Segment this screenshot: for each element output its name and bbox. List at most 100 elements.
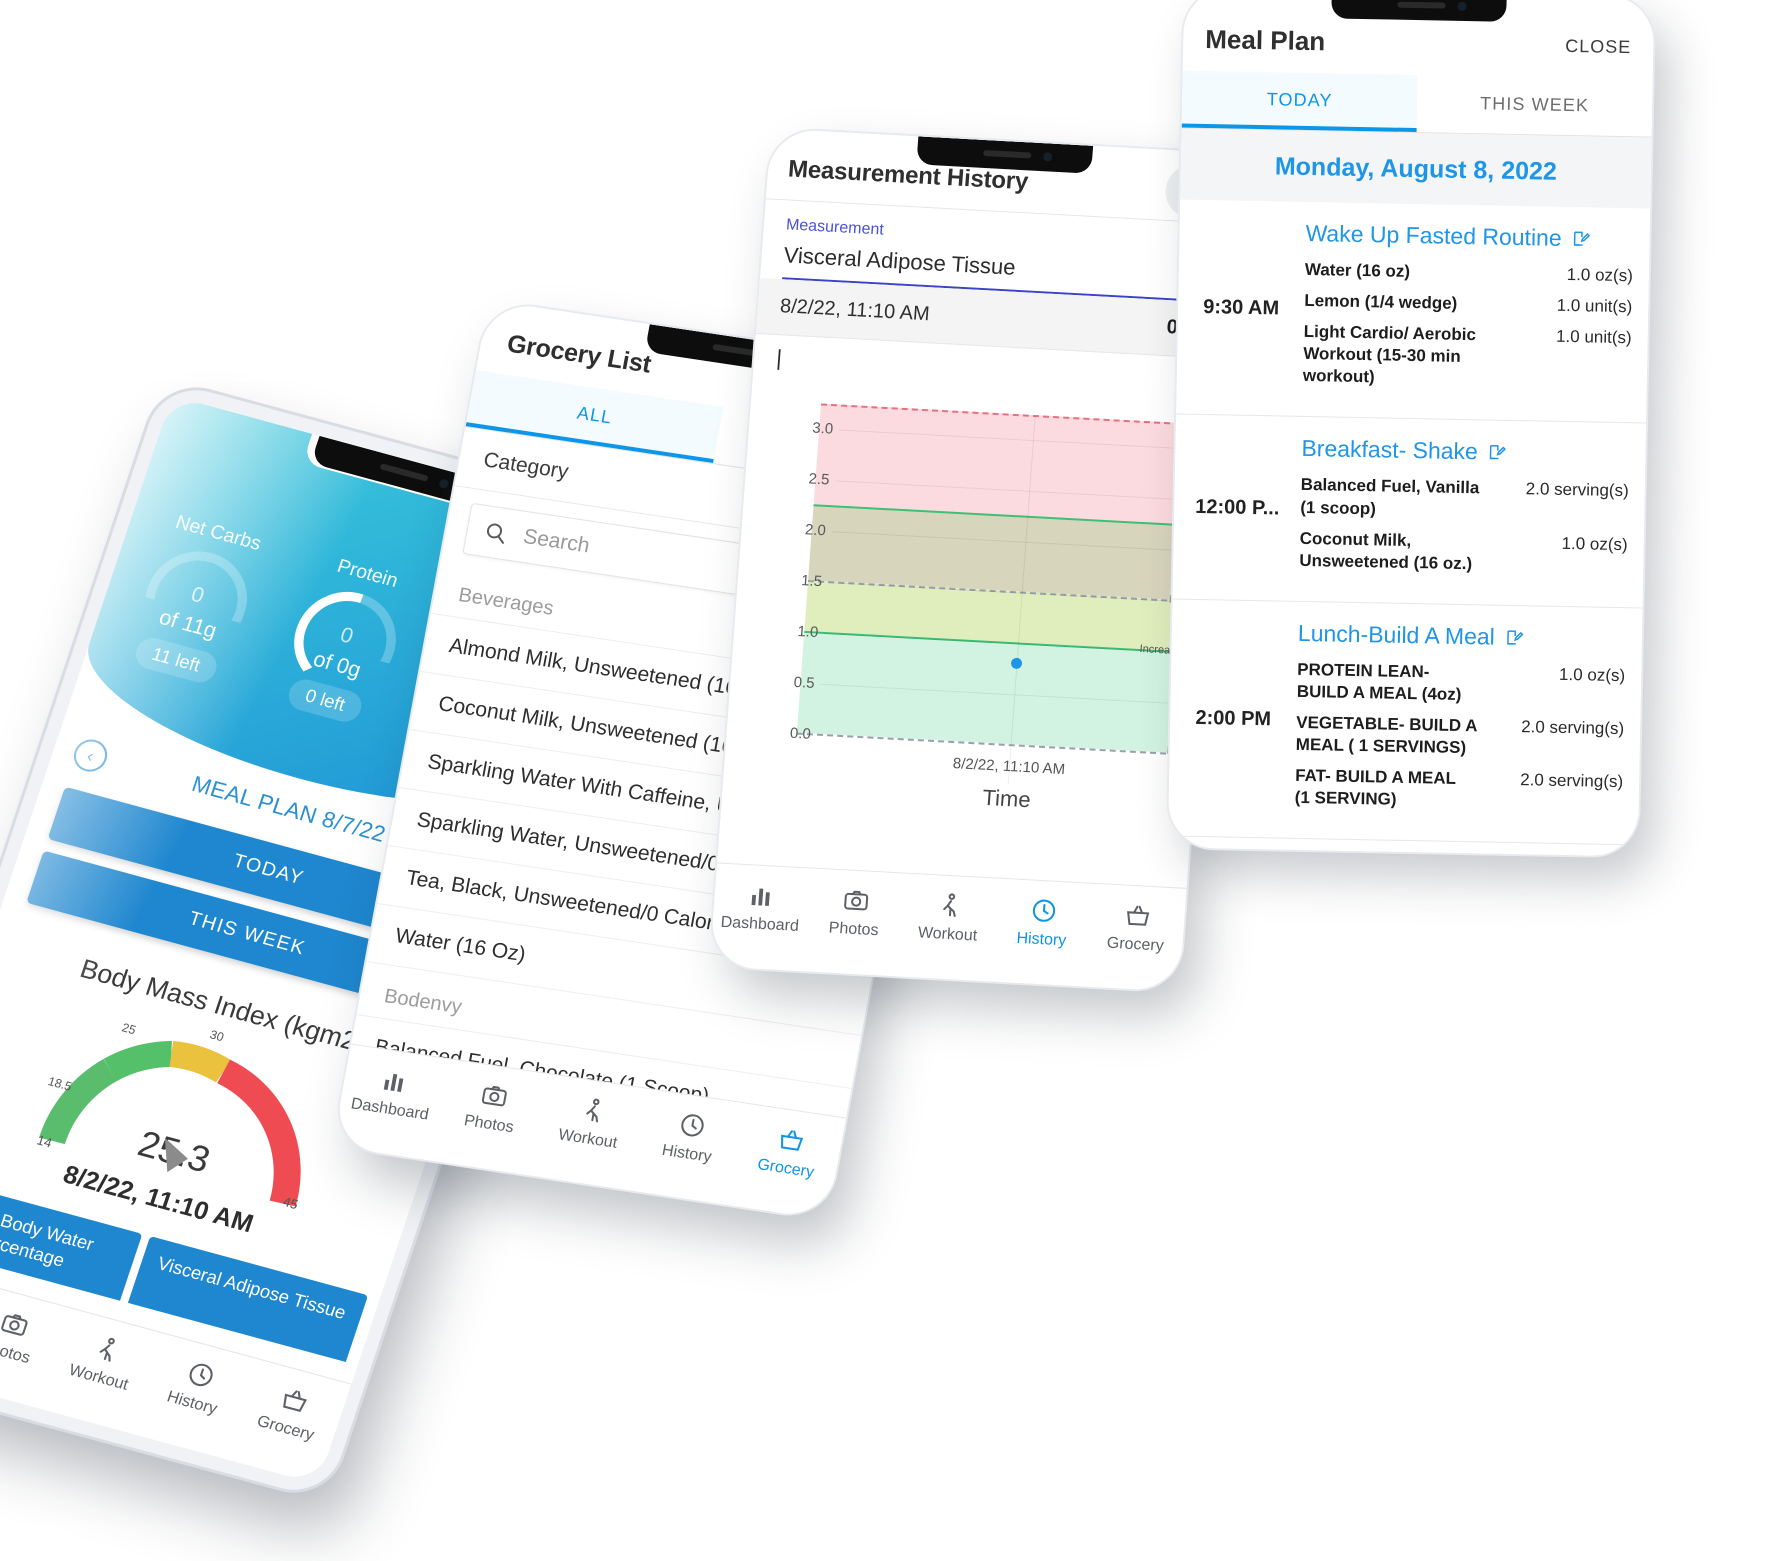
camera-dot-icon [1457, 1, 1467, 11]
nav-label: Grocery [254, 1412, 317, 1445]
nav-history[interactable]: History [142, 1349, 252, 1425]
nav-grocery[interactable]: Grocery [236, 1375, 346, 1451]
meal-item-text: PROTEIN LEAN- BUILD A MEAL (4oz) [1296, 659, 1462, 704]
meal-item-text: VEGETABLE- BUILD A MEAL ( 1 SERVINGS) [1295, 712, 1478, 758]
meal-name-row[interactable]: Lunch-Build A Meal [1298, 620, 1626, 653]
basket-icon [1126, 905, 1149, 926]
meal-details: Wake Up Fasted Routine Water (16 oz) 1.0 … [1302, 202, 1650, 423]
svg-text:25: 25 [120, 1020, 138, 1037]
meal-name: Breakfast- Shake [1301, 435, 1479, 465]
close-button[interactable]: CLOSE [1565, 36, 1631, 58]
walk-icon [585, 1098, 600, 1123]
macro-remaining: 0 left [285, 676, 366, 726]
edit-icon[interactable] [1505, 628, 1524, 647]
meal-item-text: Coconut Milk, Unsweetened (16 oz.) [1299, 528, 1473, 573]
meal-item-qty: 2.0 serving(s) [1519, 770, 1624, 792]
basket-icon [283, 1390, 308, 1413]
nav-history[interactable]: History [635, 1105, 743, 1171]
tab-this-week[interactable]: THIS WEEK [1417, 75, 1653, 137]
nav-dashboard[interactable]: Dashboard [339, 1060, 447, 1126]
clock-icon [1032, 899, 1055, 922]
meal-item-text: FAT- BUILD A MEAL (1 SERVING) [1294, 766, 1456, 810]
nav-workout[interactable]: Workout [537, 1090, 645, 1156]
nav-workout[interactable]: Workout [49, 1324, 159, 1400]
chevron-left-icon[interactable]: ‹ [69, 735, 112, 776]
nav-label: Photos [462, 1112, 515, 1137]
y-tick-label: 2.5 [808, 470, 831, 489]
measurement-value: Visceral Adipose Tissue [782, 242, 1017, 280]
nav-label: Workout [556, 1126, 619, 1152]
edit-icon[interactable] [1488, 443, 1507, 462]
meal-item: PROTEIN LEAN- BUILD A MEAL (4oz) 1.0 oz(s… [1297, 659, 1626, 709]
meal-item: Light Cardio/ Aerobic Workout (15-30 min… [1303, 321, 1632, 394]
meal-item-qty: 1.0 oz(s) [1561, 533, 1628, 554]
nav-label: Dashboard [720, 913, 800, 935]
search-icon [486, 523, 504, 544]
meal-item: Water (16 oz) 1.0 oz(s) [1305, 259, 1633, 287]
nav-photos[interactable]: Photos [438, 1075, 546, 1141]
meal-item-qty: 2.0 serving(s) [1525, 479, 1629, 501]
meal-name-row[interactable]: Breakfast- Shake [1301, 435, 1629, 468]
meal-name-row[interactable]: Wake Up Fasted Routine [1305, 220, 1633, 253]
meal-item-qty: 1.0 unit(s) [1556, 295, 1633, 317]
nav-label: Dashboard [349, 1095, 431, 1124]
camera-dot-icon [437, 478, 450, 490]
speaker-icon [982, 149, 1031, 159]
y-tick-label: 0.0 [789, 724, 812, 743]
meal-item-text: Lemon (1/4 wedge) [1304, 291, 1458, 313]
meal-name: Wake Up Fasted Routine [1305, 219, 1562, 251]
meal-item-qty: 1.0 oz(s) [1558, 664, 1626, 686]
nav-label: Grocery [1106, 934, 1165, 955]
tab-today[interactable]: TODAY [1181, 70, 1418, 133]
y-tick-label: 2.0 [804, 521, 827, 540]
meal-details: Breakfast- Shake Balanced Fuel, Vanilla … [1299, 417, 1646, 607]
camera-icon [481, 1085, 507, 1107]
meal-item-text: Light Cardio/ Aerobic Workout (15-30 min… [1302, 322, 1477, 387]
nav-dashboard[interactable]: Dashboard [712, 879, 810, 936]
mockup-stage: Net Carbs 0 of 11g 11 left Protein 0 of … [0, 0, 1776, 1561]
edit-icon[interactable] [1571, 229, 1591, 248]
svg-text:45: 45 [281, 1194, 300, 1212]
nav-photos[interactable]: Photos [806, 884, 904, 941]
nav-label: History [660, 1141, 713, 1166]
meal-item: VEGETABLE- BUILD A MEAL ( 1 SERVINGS) 2.0… [1296, 712, 1625, 762]
mealplan-screen: Meal Plan CLOSE TODAY THIS WEEK Monday, … [1167, 0, 1655, 857]
meal-time: 12:00 P... [1195, 495, 1280, 520]
y-tick-label: 1.0 [796, 623, 819, 642]
speaker-icon [711, 343, 761, 357]
nav-label: Photos [828, 919, 880, 940]
walk-icon [100, 1337, 116, 1362]
nav-grocery[interactable]: Grocery [734, 1119, 842, 1185]
measurement-chart: 3.0 2.5 2.0 1.5 1.0 0.5 0.0 High Increas… [736, 400, 1211, 812]
meal-block: 2:00 PM Lunch-Build A Meal PROTEIN LEAN-… [1167, 599, 1643, 846]
progress-ring-icon: 0 [294, 581, 409, 663]
nav-label: Workout [917, 924, 978, 945]
phone-measurement-history: Measurement History EC Measurement Visce… [709, 128, 1241, 992]
page-title: Meal Plan [1205, 23, 1326, 57]
phone-meal-plan: Meal Plan CLOSE TODAY THIS WEEK Monday, … [1167, 0, 1655, 857]
basket-icon [780, 1130, 803, 1151]
speaker-icon [1396, 1, 1446, 9]
svg-text:18.5: 18.5 [46, 1074, 74, 1094]
meal-item-qty: 1.0 unit(s) [1555, 326, 1632, 348]
x-tick-label: 8/2/22, 11:10 AM [952, 755, 1066, 779]
clock-icon [189, 1363, 213, 1387]
nav-label: History [164, 1388, 220, 1418]
y-tick-label: 3.0 [811, 419, 834, 438]
nav-label: Grocery [755, 1156, 816, 1182]
mealplan-tabs: TODAY THIS WEEK [1181, 70, 1653, 138]
nav-workout[interactable]: Workout [900, 890, 998, 947]
nav-label: Photos [0, 1337, 33, 1368]
meal-time: 9:30 AM [1202, 295, 1280, 320]
mealplan-date: Monday, August 8, 2022 [1180, 128, 1652, 209]
nav-history[interactable]: History [994, 895, 1092, 952]
svg-text:30: 30 [208, 1027, 226, 1044]
x-axis-title: Time [981, 784, 1032, 813]
meal-item-text: Balanced Fuel, Vanilla (1 scoop) [1300, 475, 1480, 518]
bar-chart-icon [383, 1073, 403, 1092]
speaker-icon [378, 463, 429, 482]
meal-block: 9:30 AM Wake Up Fasted Routine Water (16… [1176, 199, 1651, 424]
meal-details: Lunch-Build A Meal PROTEIN LEAN- BUILD A… [1294, 602, 1642, 845]
nav-grocery[interactable]: Grocery [1088, 900, 1186, 957]
meal-item-qty: 1.0 oz(s) [1566, 264, 1634, 286]
